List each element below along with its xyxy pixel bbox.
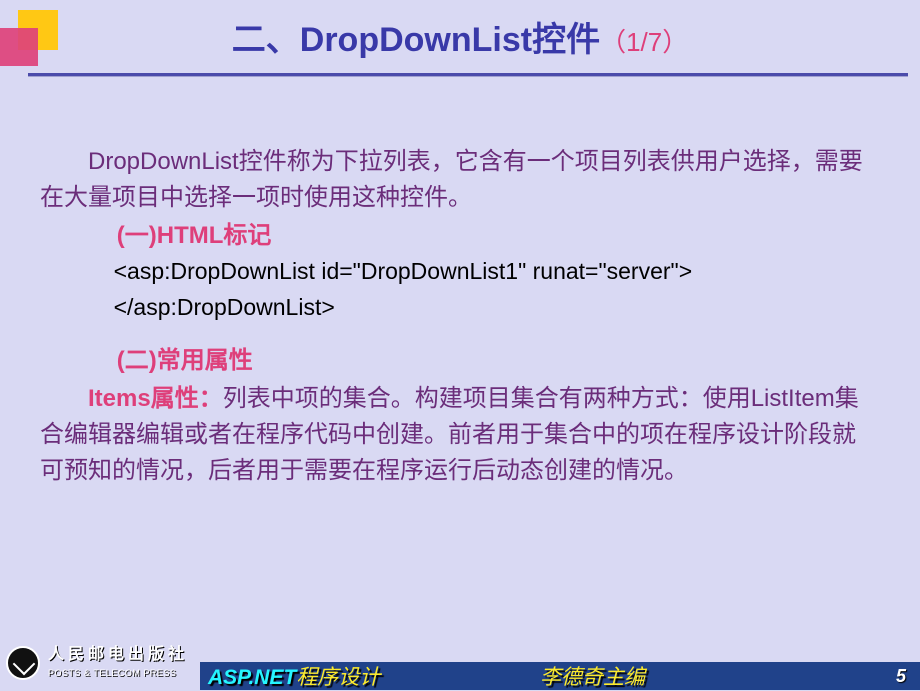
publisher-name-cn: 人民邮电出版社 <box>48 640 188 664</box>
footer: 人民邮电出版社 POSTS & TELECOM PRESS ASP.NET程序设… <box>0 642 920 690</box>
page-number: 5 <box>896 666 906 687</box>
slide-content: DropDownList控件称为下拉列表，它含有一个项目列表供用户选择，需要在大… <box>0 76 920 489</box>
book-title: ASP.NET程序设计 <box>208 661 380 691</box>
corner-decoration <box>0 0 90 90</box>
publisher-name-en: POSTS & TELECOM PRESS <box>48 668 176 678</box>
publisher-block: 人民邮电出版社 POSTS & TELECOM PRESS <box>0 642 200 682</box>
code-line-1: <asp:DropDownList id="DropDownList1" run… <box>40 254 870 290</box>
book-title-rest: 程序设计 <box>296 666 380 689</box>
code-line-2: </asp:DropDownList> <box>40 290 870 326</box>
book-title-asp: ASP.NET <box>208 666 296 689</box>
section1-heading: (一)HTML标记 <box>40 218 870 254</box>
items-lead: Items属性： <box>88 385 223 412</box>
intro-paragraph: DropDownList控件称为下拉列表，它含有一个项目列表供用户选择，需要在大… <box>40 144 870 216</box>
deco-pink-square <box>0 28 38 66</box>
section2-heading: (二)常用属性 <box>40 343 870 379</box>
title-pager: （1/7） <box>600 27 688 57</box>
publisher-logo-icon <box>6 646 40 680</box>
items-paragraph: Items属性：列表中项的集合。构建项目集合有两种方式：使用ListItem集合… <box>40 381 870 489</box>
author-name: 李德奇主编 <box>540 661 645 691</box>
title-main: 二、DropDownList控件 <box>232 21 600 59</box>
footer-bar: ASP.NET程序设计 李德奇主编 5 <box>200 662 920 690</box>
slide-title: 二、DropDownList控件（1/7） <box>0 0 920 61</box>
